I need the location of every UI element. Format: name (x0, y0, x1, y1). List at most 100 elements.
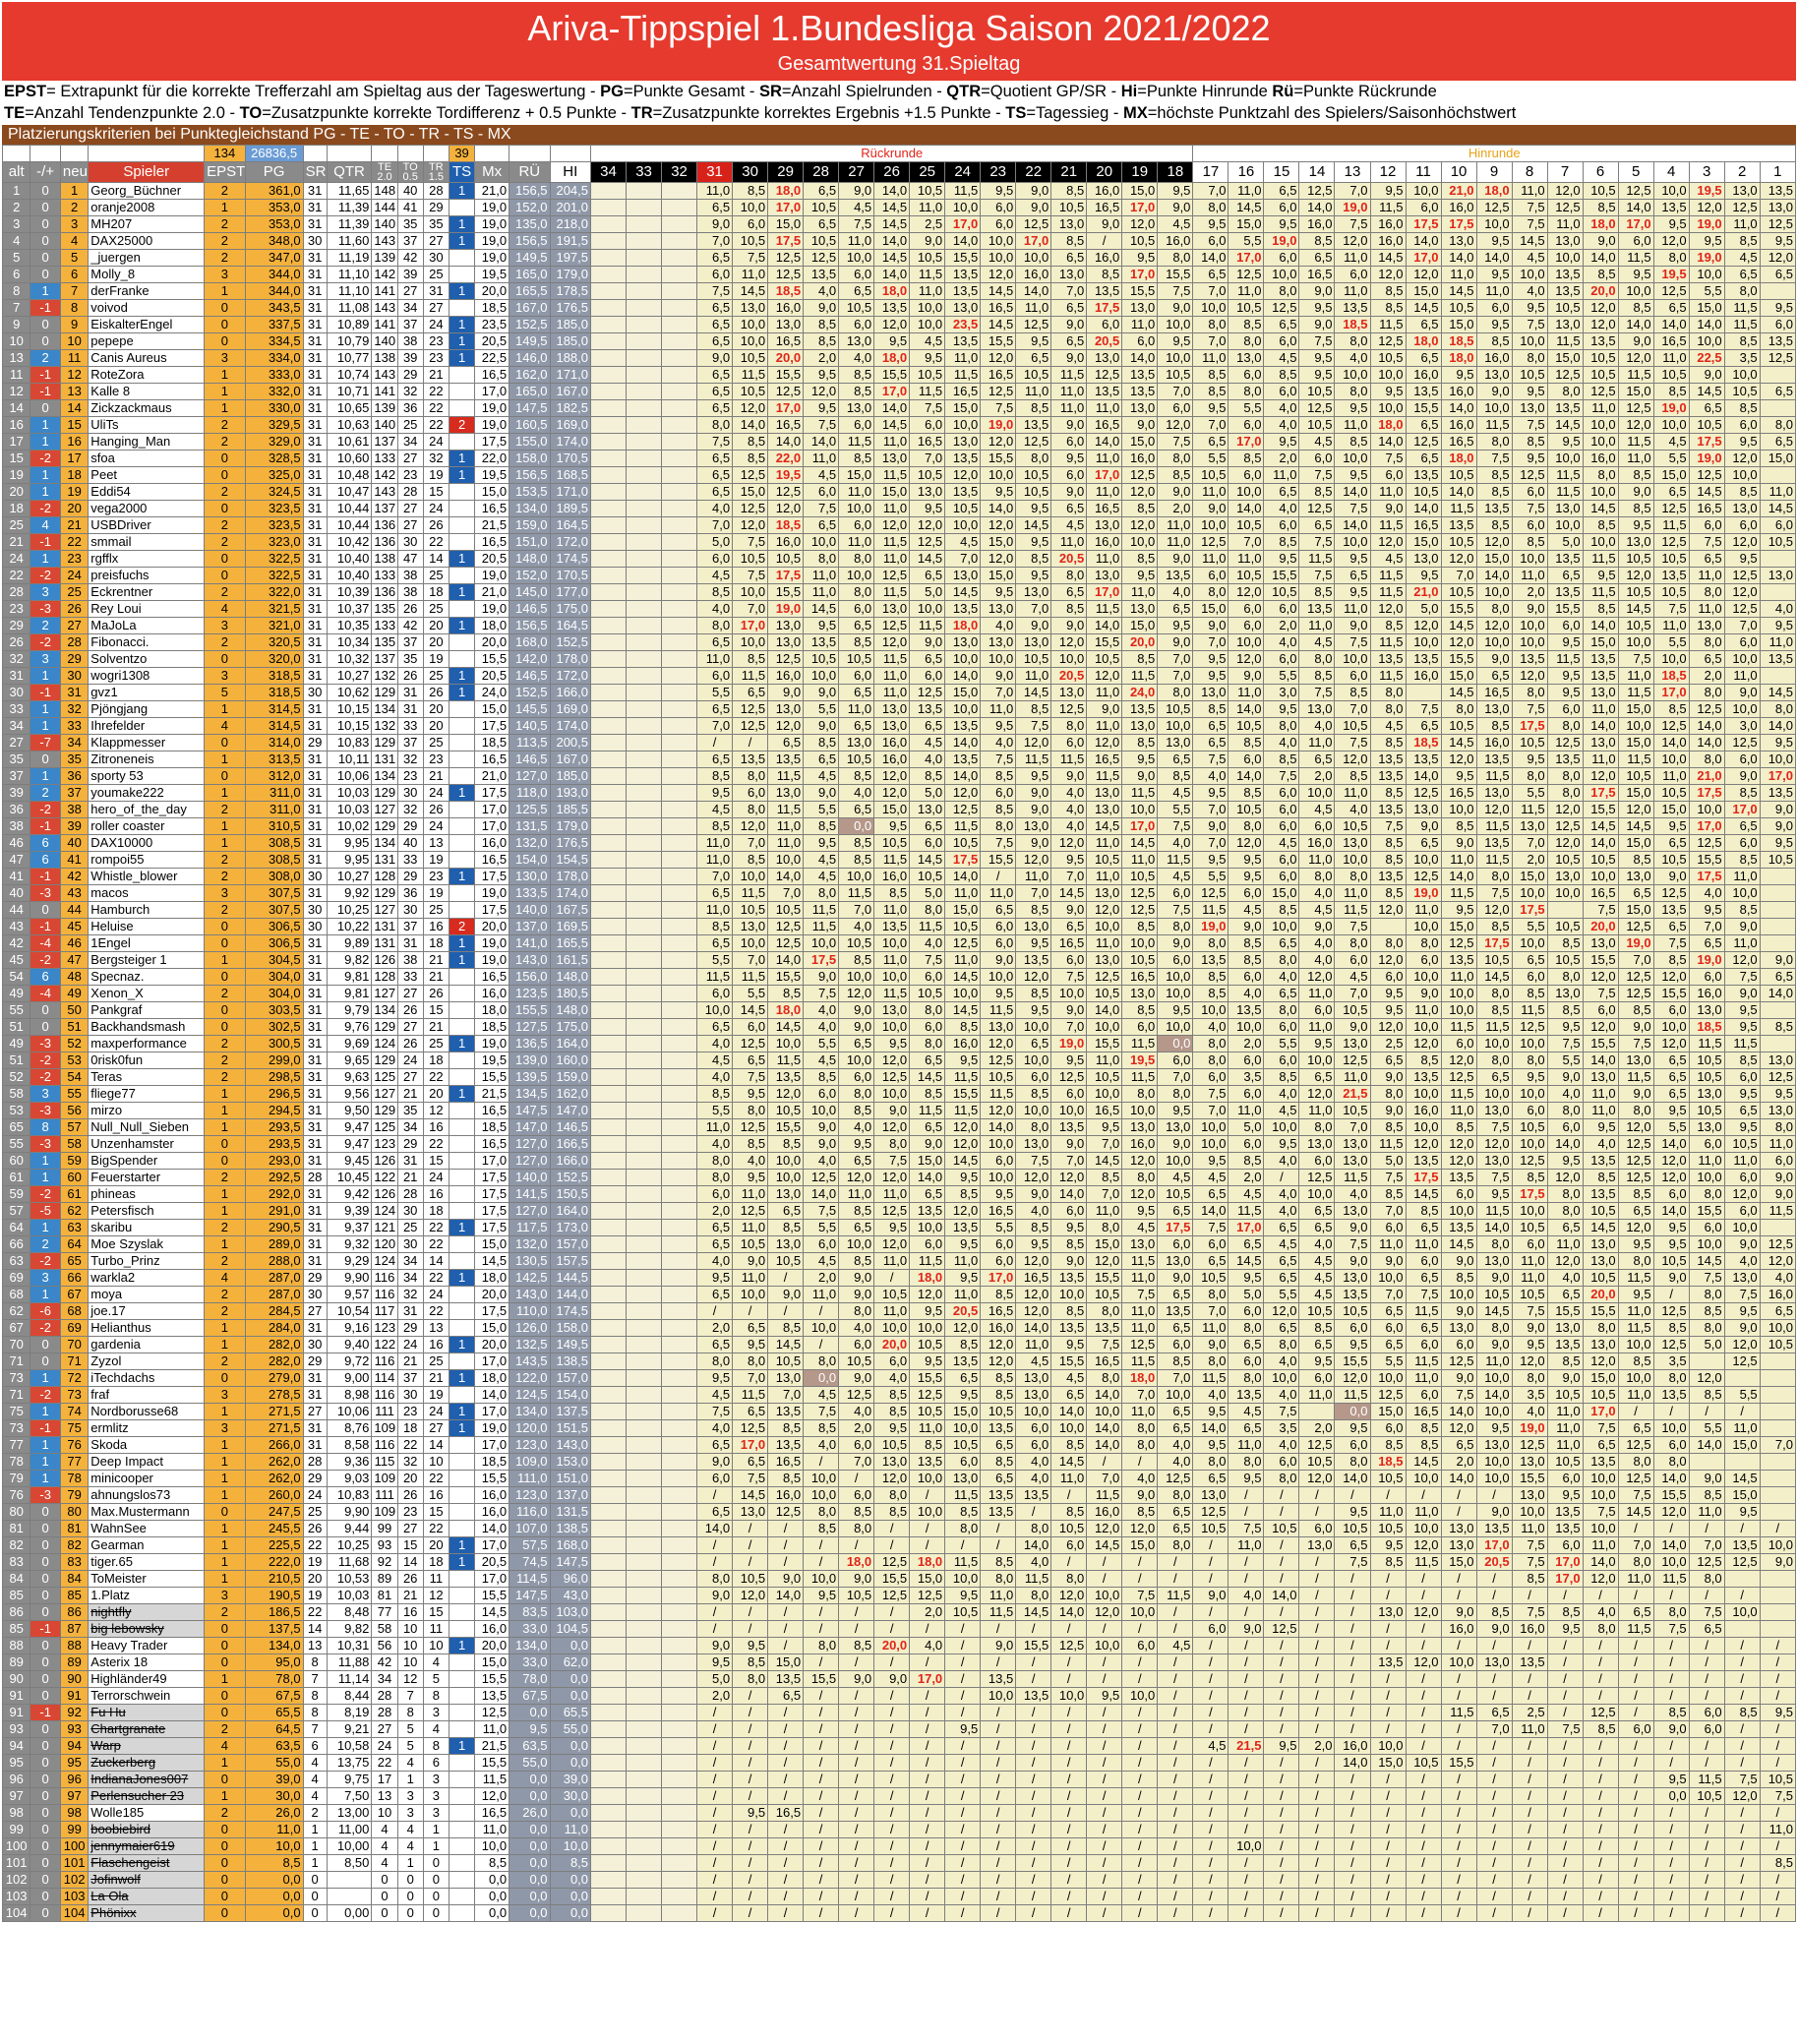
cell-player-name[interactable]: Hanging_Man (88, 433, 206, 451)
header-mx[interactable]: Mx (474, 161, 510, 183)
cell-player-name[interactable]: maxperformance (88, 1035, 206, 1052)
cell-player-name[interactable]: MH207 (88, 215, 206, 233)
cell-player-name[interactable]: smmail (88, 533, 206, 551)
header-epst[interactable]: EPST (204, 161, 246, 183)
cell-player-name[interactable]: fliege77 (88, 1085, 206, 1103)
header-neu[interactable]: neu (59, 161, 90, 183)
header-matchday-32[interactable]: 32 (661, 161, 698, 183)
cell-player-name[interactable]: Feuerstarter (88, 1169, 206, 1186)
cell-player-name[interactable]: sfoa (88, 450, 206, 467)
cell-player-name[interactable]: Peet (88, 466, 206, 484)
header-spieler[interactable]: Spieler (88, 161, 206, 183)
header-matchday-5[interactable]: 5 (1617, 161, 1654, 183)
cell-player-name[interactable]: youmake222 (88, 784, 206, 802)
cell-player-name[interactable]: warkla2 (88, 1269, 206, 1287)
cell-player-name[interactable]: Zitroneneis (88, 751, 206, 768)
cell-player-name[interactable]: Null_Null_Sieben (88, 1118, 206, 1136)
cell-player-name[interactable]: Zuckerberg (88, 1754, 206, 1772)
header-matchday-29[interactable]: 29 (767, 161, 805, 183)
cell-player-name[interactable]: macos (88, 884, 206, 902)
cell-player-name[interactable]: MaJoLa (88, 617, 206, 634)
cell-player-name[interactable]: voivod (88, 299, 206, 317)
cell-player-name[interactable]: Chartgranate (88, 1720, 206, 1738)
cell-player-name[interactable]: 0risk0fun (88, 1052, 206, 1069)
cell-player-name[interactable]: Specnaz. (88, 968, 206, 986)
header-alt[interactable]: alt (2, 161, 31, 183)
header-matchday-30[interactable]: 30 (732, 161, 769, 183)
cell-player-name[interactable]: roller coaster (88, 817, 206, 835)
cell-player-name[interactable]: USBDriver (88, 516, 206, 534)
cell-player-name[interactable]: Pankgraf (88, 1001, 206, 1019)
cell-player-name[interactable]: hero_of_the_day (88, 801, 206, 818)
cell-player-name[interactable]: Nordborusse68 (88, 1403, 206, 1420)
header-qtr[interactable]: QTR (326, 161, 373, 183)
header-matchday-1[interactable]: 1 (1759, 161, 1796, 183)
cell-player-name[interactable]: oranje2008 (88, 199, 206, 216)
cell-player-name[interactable]: wogri1308 (88, 667, 206, 685)
header-matchday-31[interactable]: 31 (696, 161, 734, 183)
header-matchday-14[interactable]: 14 (1298, 161, 1336, 183)
cell-player-name[interactable]: Deep Impact (88, 1453, 206, 1471)
cell-player-name[interactable]: _juergen (88, 249, 206, 267)
cell-player-name[interactable]: minicooper (88, 1470, 206, 1487)
header-matchday-10[interactable]: 10 (1440, 161, 1477, 183)
cell-player-name[interactable]: EiskalterEngel (88, 316, 206, 333)
header-matchday-21[interactable]: 21 (1050, 161, 1088, 183)
header-matchday-26[interactable]: 26 (873, 161, 911, 183)
cell-player-name[interactable]: Georg_Büchner (88, 182, 206, 200)
cell-player-name[interactable]: Klappmesser (88, 734, 206, 751)
cell-player-name[interactable]: gvz1 (88, 684, 206, 701)
header-xxx[interactable]: -/+ (30, 161, 61, 183)
header-rx[interactable]: RÜ (509, 161, 551, 183)
cell-player-name[interactable]: preisfuchs (88, 567, 206, 584)
cell-player-name[interactable]: UliTs (88, 416, 206, 434)
cell-player-name[interactable]: Max.Mustermann (88, 1503, 206, 1521)
cell-player-name[interactable]: gardenia (88, 1336, 206, 1353)
cell-player-name[interactable]: DAX10000 (88, 834, 206, 852)
cell-player-name[interactable]: Gearman (88, 1536, 206, 1554)
cell-player-name[interactable]: Eckrentner (88, 583, 206, 601)
cell-player-name[interactable]: vega2000 (88, 500, 206, 517)
cell-player-name[interactable]: Moe Szyslak (88, 1235, 206, 1253)
cell-player-name[interactable]: pepepe (88, 332, 206, 350)
cell-player-name[interactable]: sporty 53 (88, 767, 206, 785)
cell-player-name[interactable]: Teras (88, 1068, 206, 1086)
cell-player-name[interactable]: Turbo_Prinz (88, 1252, 206, 1270)
cell-player-name[interactable]: Canis Aureus (88, 349, 206, 367)
cell-player-name[interactable]: Unzenhamster (88, 1135, 206, 1153)
cell-player-name[interactable]: derFranke (88, 282, 206, 300)
cell-player-name[interactable]: Whistle_blower (88, 868, 206, 885)
cell-player-name[interactable]: Highländer49 (88, 1670, 206, 1688)
header-pg[interactable]: PG (244, 161, 304, 183)
header-matchday-8[interactable]: 8 (1511, 161, 1548, 183)
header-matchday-28[interactable]: 28 (803, 161, 840, 183)
cell-player-name[interactable]: Skoda (88, 1436, 206, 1454)
cell-player-name[interactable]: Eddi54 (88, 483, 206, 501)
header-sr[interactable]: SR (302, 161, 328, 183)
header-matchday-34[interactable]: 34 (590, 161, 628, 183)
header-matchday-12[interactable]: 12 (1369, 161, 1407, 183)
cell-player-name[interactable]: Rey Loui (88, 600, 206, 618)
cell-player-name[interactable]: RoteZora (88, 366, 206, 384)
cell-player-name[interactable]: Fu Hu (88, 1704, 206, 1721)
header-to[interactable]: TO 0.5 (396, 161, 424, 183)
header-matchday-7[interactable]: 7 (1546, 161, 1584, 183)
cell-player-name[interactable]: rompoi55 (88, 851, 206, 869)
cell-player-name[interactable]: Asterix 18 (88, 1653, 206, 1671)
cell-player-name[interactable]: BigSpender (88, 1152, 206, 1170)
cell-player-name[interactable]: Kalle 8 (88, 383, 206, 400)
cell-player-name[interactable]: Heluise (88, 918, 206, 935)
cell-player-name[interactable]: ToMeister (88, 1570, 206, 1588)
cell-player-name[interactable]: Perlensucher 23 (88, 1787, 206, 1805)
cell-player-name[interactable]: Backhandsmash (88, 1018, 206, 1036)
cell-player-name[interactable]: iTechdachs (88, 1369, 206, 1387)
cell-player-name[interactable]: Petersfisch (88, 1202, 206, 1220)
cell-player-name[interactable]: Bergsteiger 1 (88, 951, 206, 969)
header-matchday-9[interactable]: 9 (1475, 161, 1513, 183)
cell-player-name[interactable]: 1.Platz (88, 1587, 206, 1604)
cell-player-name[interactable]: Solventzo (88, 650, 206, 668)
header-matchday-23[interactable]: 23 (980, 161, 1017, 183)
cell-player-name[interactable]: tiger.65 (88, 1553, 206, 1571)
header-matchday-24[interactable]: 24 (944, 161, 982, 183)
cell-player-name[interactable]: ahnungslos73 (88, 1486, 206, 1504)
